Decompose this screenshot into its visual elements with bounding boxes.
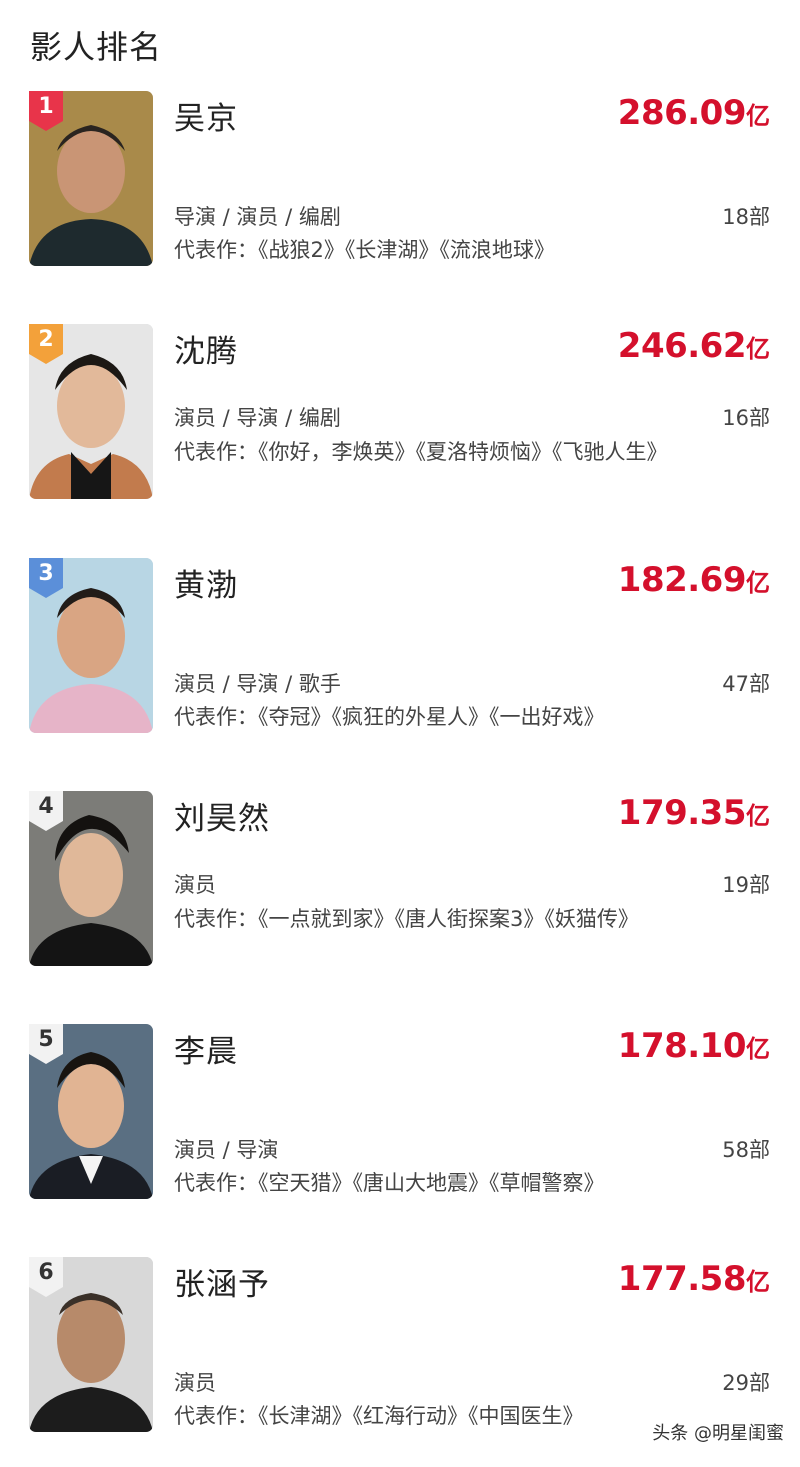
film-count: 47部 — [722, 672, 770, 696]
rank-badge: 2 — [29, 324, 63, 364]
person-name[interactable]: 张涵予 — [174, 1259, 270, 1304]
representative-works: 代表作：《空天猎》《唐山大地震》《草帽警察》 — [174, 1171, 605, 1195]
roles-text: 演员 / 导演 — [174, 1138, 279, 1162]
rank-badge: 1 — [29, 91, 63, 131]
film-count: 16部 — [722, 406, 770, 430]
roles-text: 演员 — [174, 873, 216, 897]
list-item[interactable]: 3 黄渤 182.69亿 演员 / 导演 / 歌手 47部 代表作：《夺冠》《疯… — [0, 558, 800, 738]
film-count: 29部 — [722, 1371, 770, 1395]
list-item[interactable]: 2 沈腾 246.62亿 演员 / 导演 / 编剧 16部 代表作：《你好，李焕… — [0, 324, 800, 504]
box-office: 286.09亿 — [617, 93, 770, 133]
person-name[interactable]: 刘昊然 — [174, 793, 270, 838]
list-item[interactable]: 4 刘昊然 179.35亿 演员 19部 代表作：《一点就到家》《唐人街探案3》… — [0, 791, 800, 971]
rank-badge: 5 — [29, 1024, 63, 1064]
person-name[interactable]: 黄渤 — [174, 560, 238, 605]
person-name[interactable]: 沈腾 — [174, 326, 238, 371]
box-office: 246.62亿 — [617, 326, 770, 366]
person-name[interactable]: 李晨 — [174, 1026, 238, 1071]
film-count: 18部 — [722, 205, 770, 229]
representative-works: 代表作：《战狼2》《长津湖》《流浪地球》 — [174, 238, 555, 262]
box-office: 182.69亿 — [617, 560, 770, 600]
representative-works: 代表作：《一点就到家》《唐人街探案3》《妖猫传》 — [174, 907, 639, 931]
box-office: 178.10亿 — [617, 1026, 770, 1066]
box-office: 179.35亿 — [617, 793, 770, 833]
rank-badge: 6 — [29, 1257, 63, 1297]
roles-text: 演员 — [174, 1371, 216, 1395]
roles-text: 导演 / 演员 / 编剧 — [174, 205, 341, 229]
person-name[interactable]: 吴京 — [174, 93, 238, 138]
list-item[interactable]: 6 张涵予 177.58亿 演员 29部 代表作：《长津湖》《红海行动》《中国医… — [0, 1257, 800, 1437]
list-item[interactable]: 1 吴京 286.09亿 导演 / 演员 / 编剧 18部 代表作：《战狼2》《… — [0, 91, 800, 271]
film-count: 58部 — [722, 1138, 770, 1162]
film-count: 19部 — [722, 873, 770, 897]
representative-works: 代表作：《你好，李焕英》《夏洛特烦恼》《飞驰人生》 — [174, 440, 668, 464]
list-item[interactable]: 5 李晨 178.10亿 演员 / 导演 58部 代表作：《空天猎》《唐山大地震… — [0, 1024, 800, 1204]
rank-badge: 4 — [29, 791, 63, 831]
watermark: 头条 @明星闺蜜 — [652, 1419, 784, 1445]
box-office: 177.58亿 — [617, 1259, 770, 1299]
roles-text: 演员 / 导演 / 歌手 — [174, 672, 341, 696]
representative-works: 代表作：《夺冠》《疯狂的外星人》《一出好戏》 — [174, 705, 605, 729]
roles-text: 演员 / 导演 / 编剧 — [174, 406, 341, 430]
representative-works: 代表作：《长津湖》《红海行动》《中国医生》 — [174, 1404, 584, 1428]
page-title: 影人排名 — [30, 28, 163, 66]
watermark-text: 头条 @明星闺蜜 — [652, 1423, 784, 1444]
ranking-page: 影人排名 1 吴京 286.09亿 导演 / 演员 / 编剧 18部 代表作：《… — [0, 0, 800, 1467]
rank-badge: 3 — [29, 558, 63, 598]
